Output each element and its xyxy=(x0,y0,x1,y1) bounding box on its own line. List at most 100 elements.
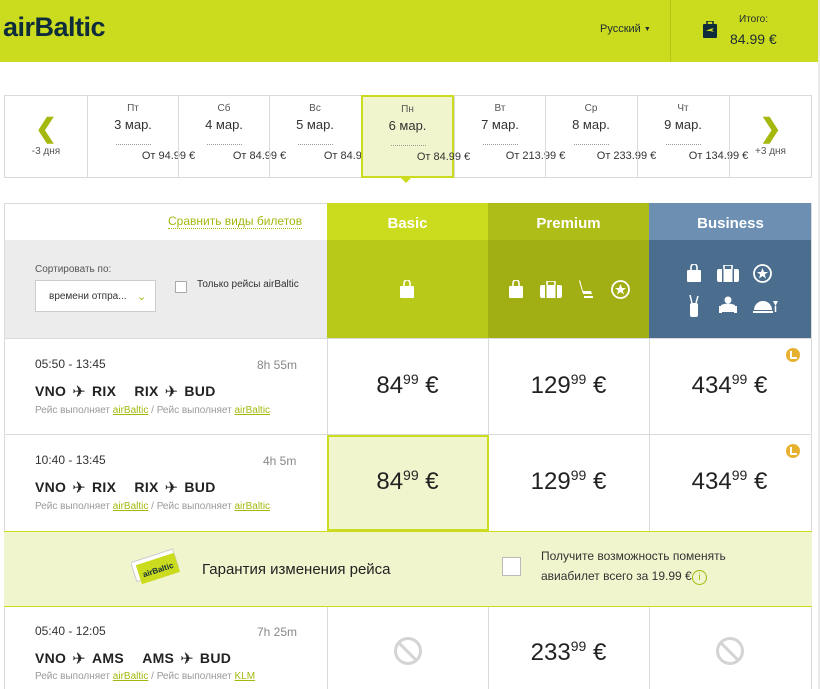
airport-code: VNO xyxy=(35,383,67,399)
plane-icon: ✈ xyxy=(72,480,86,497)
lounge-badge-icon xyxy=(786,444,800,458)
suitcase-icon xyxy=(540,281,562,298)
fare-price-premium[interactable]: 12999 € xyxy=(488,467,649,496)
bag-icon xyxy=(509,280,523,298)
date-option[interactable]: Вт 7 мар. От 213.99 € xyxy=(454,96,565,177)
price-main: 84 xyxy=(376,468,404,495)
date-option[interactable]: Пт 3 мар. От 94.99 € xyxy=(87,96,195,177)
class-title: Premium xyxy=(488,203,649,240)
class-header-business[interactable]: Business xyxy=(649,203,812,338)
sort-dropdown[interactable]: времени отпра... ⌄ xyxy=(35,280,156,312)
day-date: 7 мар. xyxy=(481,117,519,132)
divider xyxy=(298,144,333,145)
flight-route: VNO ✈ AMS AMS ✈ BUD xyxy=(35,649,231,669)
price-cents: 99 xyxy=(731,467,748,483)
operated-by-label: Рейс выполняет xyxy=(35,405,110,416)
ticket-illustration-icon: airBaltic xyxy=(131,548,180,585)
language-selector[interactable]: Русский ▼ xyxy=(600,23,651,35)
class-features xyxy=(327,240,488,338)
airport-code: BUD xyxy=(184,383,216,399)
compare-fares-link[interactable]: Сравнить виды билетов xyxy=(168,214,303,229)
airport-code: RIX xyxy=(91,479,117,495)
date-option[interactable]: Ср 8 мар. От 233.99 € xyxy=(545,96,656,177)
plane-icon: ✈ xyxy=(180,651,194,668)
language-label: Русский xyxy=(600,23,641,35)
divider xyxy=(811,203,812,689)
bag-icon xyxy=(400,280,414,298)
date-option[interactable]: Чт 9 мар. От 134.99 € xyxy=(637,96,748,177)
class-features xyxy=(649,240,812,338)
fare-price-premium[interactable]: 12999 € xyxy=(488,371,649,400)
cart-icon[interactable] xyxy=(703,21,717,38)
fare-price-basic[interactable]: 8499 € xyxy=(327,467,488,496)
prev-days-button[interactable]: ❮ -3 дня xyxy=(5,96,87,177)
date-option-selected[interactable]: Пн 6 мар. От 84.99 € xyxy=(361,95,470,178)
divider xyxy=(666,144,701,145)
only-airbaltic-label: Только рейсы airBaltic xyxy=(197,279,299,290)
operator-link[interactable]: airBaltic xyxy=(234,501,270,512)
fare-price-basic[interactable]: 8499 € xyxy=(327,371,488,400)
day-date: 4 мар. xyxy=(205,117,243,132)
class-features xyxy=(488,240,649,338)
divider xyxy=(574,144,609,145)
price-currency: € xyxy=(592,372,607,399)
guarantee-text: Получите возможность поменять xyxy=(541,549,726,563)
price-currency: € xyxy=(753,468,768,495)
price-cents: 99 xyxy=(570,371,587,387)
operated-by-label: Рейс выполняет xyxy=(35,671,110,682)
divider xyxy=(207,144,242,145)
operator-link[interactable]: airBaltic xyxy=(113,671,149,682)
price-main: 434 xyxy=(691,372,732,399)
operator-link[interactable]: airBaltic xyxy=(234,405,270,416)
header-divider xyxy=(670,0,671,62)
fare-price-business[interactable]: 43499 € xyxy=(649,467,810,496)
divider xyxy=(327,607,328,689)
only-airbaltic-checkbox[interactable] xyxy=(175,281,187,293)
bag-icon xyxy=(687,264,701,282)
plane-icon: ✈ xyxy=(164,480,179,497)
not-available-icon xyxy=(394,637,422,665)
day-date: 3 мар. xyxy=(114,117,152,132)
date-option[interactable]: Сб 4 мар. От 84.99 € xyxy=(178,96,286,177)
flight-route: VNO ✈ RIX RIX ✈ BUD xyxy=(35,382,216,402)
plane-icon: ✈ xyxy=(164,384,179,401)
price-cents: 99 xyxy=(731,371,748,387)
flight-times: 05:50 - 13:45 xyxy=(35,357,106,371)
operated-by-label: / Рейс выполняет xyxy=(148,671,232,682)
price-cents: 99 xyxy=(570,467,587,483)
guarantee-price-text: авиабилет всего за 19.99 € xyxy=(541,569,692,583)
price-currency: € xyxy=(425,468,439,495)
class-title: Business xyxy=(649,203,812,240)
price-currency: € xyxy=(592,639,607,666)
day-of-week: Пт xyxy=(127,103,139,114)
star-icon xyxy=(753,264,772,283)
airport-code: RIX xyxy=(134,383,159,399)
operator-link[interactable]: KLM xyxy=(234,671,255,682)
class-header-basic[interactable]: Basic xyxy=(327,203,488,338)
lounge-badge-icon xyxy=(786,348,800,362)
airport-code: RIX xyxy=(91,383,117,399)
date-option[interactable]: Вс 5 мар. От 84.99 € xyxy=(269,96,377,177)
operator-link[interactable]: airBaltic xyxy=(113,501,149,512)
divider xyxy=(649,607,650,689)
day-of-week: Сб xyxy=(217,103,231,114)
fare-price-business[interactable]: 43499 € xyxy=(649,371,810,400)
day-date: 6 мар. xyxy=(388,118,427,133)
operator-link[interactable]: airBaltic xyxy=(113,405,149,416)
date-selector: ❮ -3 дня Пт 3 мар. От 94.99 € Сб 4 мар. … xyxy=(4,95,812,178)
next-days-button[interactable]: ❯ +3 дня xyxy=(729,96,811,177)
price-main: 233 xyxy=(530,639,571,666)
price-main: 434 xyxy=(691,468,732,495)
class-header-premium[interactable]: Premium xyxy=(488,203,649,338)
operated-by: Рейс выполняет airBaltic / Рейс выполняе… xyxy=(35,671,255,682)
guarantee-title: Гарантия изменения рейса xyxy=(202,561,391,578)
airbaltic-logo[interactable]: airBaltic xyxy=(3,12,106,43)
guarantee-checkbox[interactable] xyxy=(502,557,521,576)
divider xyxy=(391,145,426,146)
fare-price-premium[interactable]: 23399 € xyxy=(488,638,649,667)
day-of-week: Ср xyxy=(584,103,598,114)
info-icon[interactable]: i xyxy=(692,570,707,585)
chevron-down-icon: ⌄ xyxy=(137,291,147,303)
operated-by: Рейс выполняет airBaltic / Рейс выполняе… xyxy=(35,501,270,512)
price-cents: 99 xyxy=(570,638,587,654)
